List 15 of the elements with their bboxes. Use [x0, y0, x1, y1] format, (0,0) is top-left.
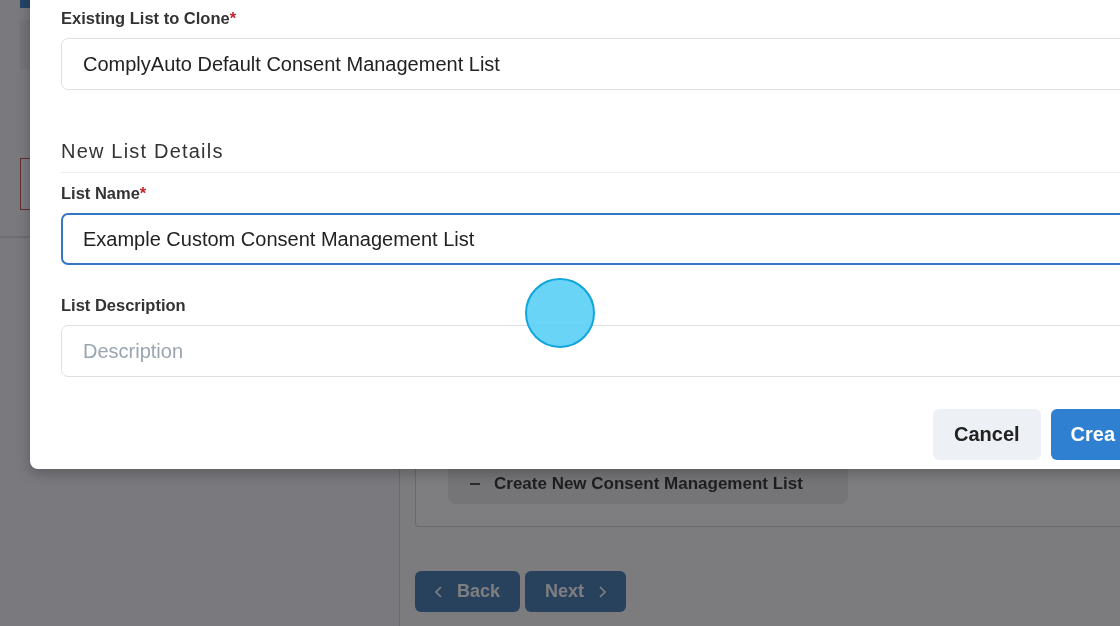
- cancel-button[interactable]: Cancel: [933, 409, 1041, 460]
- list-select-field[interactable]: ComplyAuto Default Consent Management List: [61, 38, 1120, 90]
- field-label: Existing List to Clone*: [61, 8, 238, 29]
- chevron-right-icon: [598, 585, 607, 598]
- section-title: New List Details: [61, 140, 1120, 173]
- required-mark: *: [139, 184, 147, 202]
- back-button[interactable]: Back: [415, 571, 521, 612]
- chevron-left-icon: [435, 585, 443, 598]
- required-mark: *: [229, 9, 237, 27]
- field-label: List Description: [61, 295, 187, 316]
- create-button[interactable]: Crea: [1050, 409, 1120, 460]
- next-button[interactable]: Next: [525, 571, 627, 612]
- description-field[interactable]: Description: [61, 325, 1120, 377]
- list-name-field[interactable]: Example Custom Consent Management List: [61, 213, 1120, 265]
- field-label: List Name*: [61, 183, 148, 204]
